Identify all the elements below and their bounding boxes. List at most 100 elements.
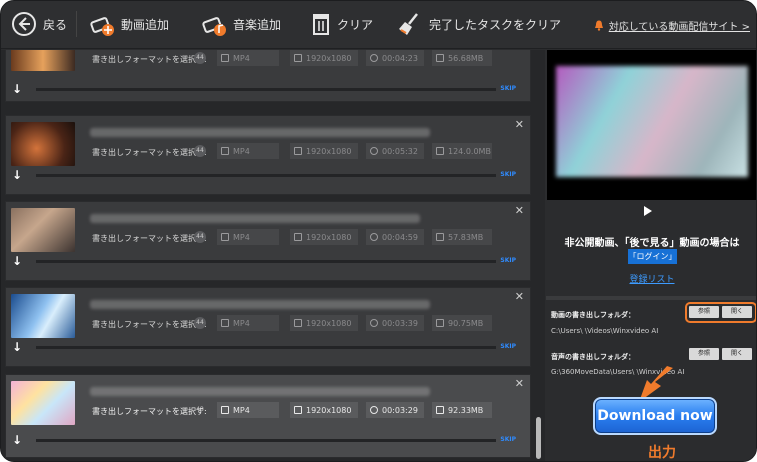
audio-folder-label: 音声の書き出しフォルダ： <box>551 353 635 361</box>
close-icon[interactable]: ✕ <box>515 290 524 303</box>
format-count-badge: 44 <box>194 231 206 243</box>
download-arrow-icon[interactable]: ↓ <box>12 168 22 182</box>
format-select[interactable]: 書き出しフォーマットを選択す: <box>92 319 207 330</box>
format-count-badge: 44 <box>194 52 206 64</box>
format-select[interactable]: 書き出しフォーマットを選択す: <box>92 54 207 65</box>
resolution-field: 1920x1080 <box>290 402 358 418</box>
format-count-badge: 44 <box>194 145 206 157</box>
format-value: MP4 <box>233 146 250 156</box>
format-select[interactable]: 書き出しフォーマットを選択す: <box>92 406 207 417</box>
video-thumbnail <box>11 294 75 338</box>
skip-button[interactable]: SKIP <box>500 85 516 92</box>
format-value: MP4 <box>233 232 250 242</box>
size-value: 57.83MB <box>448 232 484 242</box>
login-button[interactable]: 「ログイン」 <box>628 249 677 264</box>
duration-field: 00:05:32 <box>366 143 424 159</box>
skip-button[interactable]: SKIP <box>500 257 516 264</box>
task-list: 書き出しフォーマットを選択す: 44 MP4 1920x1080 00:04:2… <box>1 50 545 461</box>
skip-button[interactable]: SKIP <box>500 171 516 178</box>
add-video-button[interactable]: 動画追加 <box>89 9 169 39</box>
scrollbar-thumb[interactable] <box>536 417 541 459</box>
clear-completed-label: 完了したタスクをクリア <box>429 17 562 32</box>
format-field: MP4 <box>217 50 279 66</box>
resolution-icon <box>294 406 302 414</box>
audio-browse-button[interactable]: 参照 <box>689 348 719 360</box>
size-value: 124.0.0MB <box>448 146 491 156</box>
play-icon[interactable] <box>644 206 652 216</box>
format-field: MP4 <box>217 229 279 245</box>
duration-value: 00:03:39 <box>382 318 418 328</box>
task-item-selected: ✕ 書き出しフォーマットを選択す: 43 MP4 1920x1080 00:03… <box>5 374 531 458</box>
duration-field: 00:04:59 <box>366 229 424 245</box>
output-caption: 出力 <box>648 445 676 461</box>
file-size-icon <box>436 147 444 155</box>
format-select[interactable]: 書き出しフォーマットを選択す: <box>92 147 207 158</box>
file-format-icon <box>221 406 229 414</box>
file-size-icon <box>436 406 444 414</box>
private-video-notice: 非公開動画、「後で見る」動画の場合は <box>564 238 740 249</box>
progress-bar <box>36 174 496 177</box>
task-item: ✕ 書き出しフォーマットを選択す: 44 MP4 1920x1080 00:04… <box>5 201 531 281</box>
clock-icon <box>370 233 378 241</box>
video-thumbnail <box>11 381 75 425</box>
folder-buttons-highlight <box>685 302 756 323</box>
resolution-field: 1920x1080 <box>290 315 358 331</box>
progress-bar <box>36 346 496 349</box>
audio-open-button[interactable]: 開く <box>722 348 752 360</box>
skip-button[interactable]: SKIP <box>500 436 516 443</box>
skip-button[interactable]: SKIP <box>500 343 516 350</box>
download-arrow-icon[interactable]: ↓ <box>12 433 22 447</box>
supported-sites-link[interactable]: 対応している動画配信サイト > <box>594 18 750 33</box>
preview-image <box>556 66 748 177</box>
watch-list-link[interactable]: 登録リスト <box>546 272 756 285</box>
clear-button[interactable]: クリア <box>311 9 373 39</box>
duration-value: 00:04:59 <box>382 232 418 242</box>
video-folder-path: C:\Users\ \Videos\Winxvideo AI <box>551 327 659 335</box>
clear-completed-button[interactable]: 完了したタスクをクリア <box>397 9 561 39</box>
toolbar: 戻る 動画追加 音楽追加 クリア 完了したタスクをクリア 対応している動画配信サ… <box>1 1 756 49</box>
task-list-scrollbar[interactable] <box>534 50 544 461</box>
file-size-icon <box>436 54 444 62</box>
close-icon[interactable]: ✕ <box>515 118 524 131</box>
clock-icon <box>370 406 378 414</box>
download-now-button[interactable]: Download now <box>593 397 717 435</box>
panel-divider <box>546 296 756 300</box>
video-thumbnail <box>11 208 75 252</box>
clock-icon <box>370 147 378 155</box>
clock-icon <box>370 319 378 327</box>
resolution-value: 1920x1080 <box>306 53 352 63</box>
video-title <box>90 387 430 396</box>
size-field: 90.75MB <box>432 315 492 331</box>
format-select[interactable]: 書き出しフォーマットを選択す: <box>92 233 207 244</box>
format-value: MP4 <box>233 318 250 328</box>
task-item: ✕ 書き出しフォーマットを選択す: 44 MP4 1920x1080 00:03… <box>5 287 531 367</box>
resolution-icon <box>294 233 302 241</box>
toolbar-divider <box>76 11 77 37</box>
download-arrow-icon[interactable]: ↓ <box>12 340 22 354</box>
video-preview <box>547 50 756 200</box>
resolution-icon <box>294 147 302 155</box>
resolution-icon <box>294 54 302 62</box>
download-arrow-icon[interactable]: ↓ <box>12 254 22 268</box>
bell-icon <box>594 20 603 31</box>
resolution-field: 1920x1080 <box>290 229 358 245</box>
close-icon[interactable]: ✕ <box>515 377 524 390</box>
back-arrow-icon <box>12 12 36 36</box>
size-value: 92.33MB <box>448 405 484 415</box>
app-window: 戻る 動画追加 音楽追加 クリア 完了したタスクをクリア 対応している動画配信サ… <box>0 0 757 462</box>
clear-label: クリア <box>337 17 374 32</box>
format-count-badge: 44 <box>194 317 206 329</box>
supported-sites-label: 対応している動画配信サイト > <box>608 22 750 33</box>
close-icon[interactable]: ✕ <box>515 204 524 217</box>
add-music-button[interactable]: 音楽追加 <box>201 9 281 39</box>
format-value: MP4 <box>233 53 250 63</box>
resolution-value: 1920x1080 <box>306 146 352 156</box>
progress-bar <box>36 260 496 263</box>
back-button[interactable]: 戻る <box>11 9 67 39</box>
resolution-field: 1920x1080 <box>290 50 358 66</box>
file-format-icon <box>221 319 229 327</box>
add-video-label: 動画追加 <box>121 17 170 32</box>
resolution-value: 1920x1080 <box>306 318 352 328</box>
format-field: MP4 <box>217 315 279 331</box>
download-arrow-icon[interactable]: ↓ <box>12 82 22 96</box>
